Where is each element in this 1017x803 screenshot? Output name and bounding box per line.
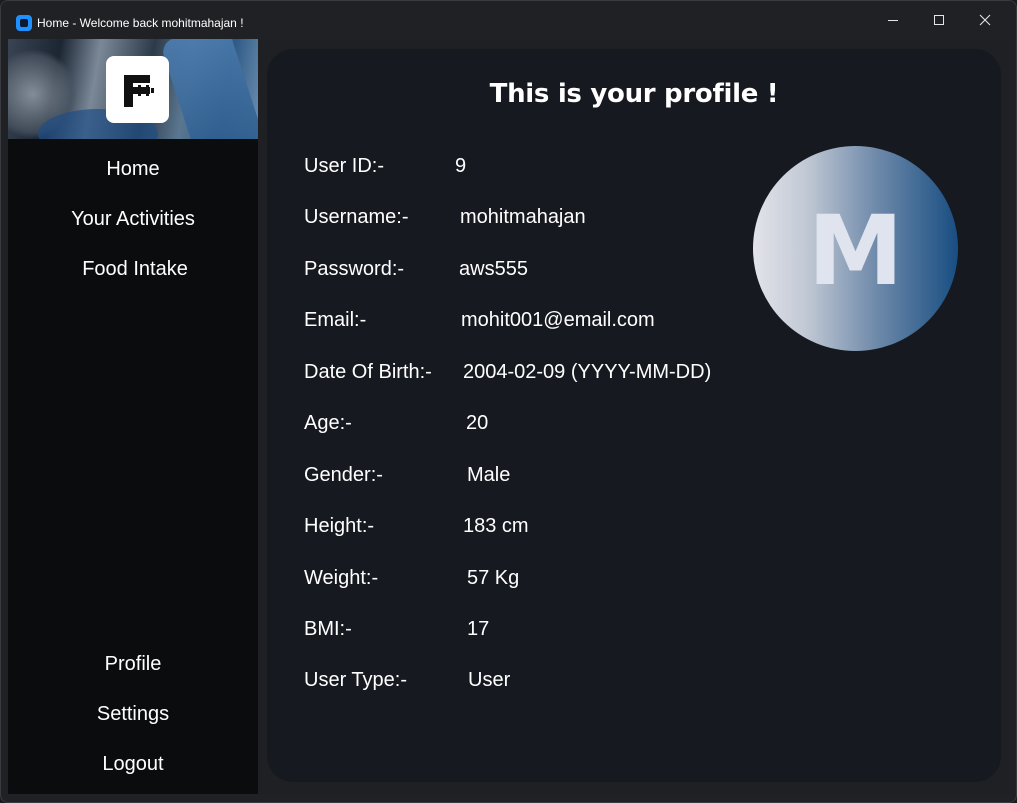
profile-panel: This is your profile ! User ID:- 9 Usern… [267, 49, 1001, 782]
field-label-email: Email:- [304, 309, 367, 331]
field-label-height: Height:- [304, 515, 375, 537]
field-label-age: Age:- [304, 412, 352, 434]
field-value-height: 183 cm [463, 515, 529, 537]
sidebar-banner-image [8, 39, 258, 139]
field-value-gender: Male [467, 464, 511, 486]
field-value-email: mohit001@email.com [461, 309, 655, 331]
sidebar-item-settings[interactable]: Settings [8, 699, 258, 729]
maximize-icon [934, 15, 944, 25]
field-label-date-of-birth: Date Of Birth:- [304, 361, 432, 383]
field-value-username: mohitmahajan [460, 206, 586, 228]
app-window: Home - Welcome back mohitmahajan ! Home … [0, 0, 1017, 803]
title-bar[interactable]: Home - Welcome back mohitmahajan ! [1, 1, 1016, 39]
dumbbell-f-logo-icon [123, 74, 154, 107]
sidebar-item-logout[interactable]: Logout [8, 749, 258, 779]
minimize-button[interactable] [870, 1, 916, 39]
close-button[interactable] [962, 1, 1008, 39]
minimize-icon [888, 20, 898, 21]
maximize-button[interactable] [916, 1, 962, 39]
field-value-weight: 57 Kg [467, 567, 520, 589]
close-icon [979, 14, 991, 26]
sidebar-item-food-intake[interactable]: Food Intake [8, 254, 258, 284]
field-value-date-of-birth: 2004-02-09 (YYYY-MM-DD) [463, 361, 712, 383]
sidebar: Home Your Activities Food Intake Profile… [8, 39, 258, 794]
field-value-bmi: 17 [467, 618, 490, 640]
field-label-password: Password:- [304, 258, 405, 280]
window-title: Home - Welcome back mohitmahajan ! [37, 16, 244, 30]
field-value-age: 20 [466, 412, 489, 434]
field-value-password: aws555 [459, 258, 528, 280]
field-value-user-id: 9 [455, 155, 467, 177]
field-label-gender: Gender:- [304, 464, 383, 486]
sidebar-item-home[interactable]: Home [8, 154, 258, 184]
sidebar-item-profile[interactable]: Profile [8, 649, 258, 679]
field-value-user-type: User [468, 669, 511, 691]
avatar-initial: M [807, 194, 904, 307]
field-label-username: Username:- [304, 206, 409, 228]
sidebar-item-your-activities[interactable]: Your Activities [8, 204, 258, 234]
field-label-bmi: BMI:- [304, 618, 352, 640]
field-label-weight: Weight:- [304, 567, 379, 589]
field-label-user-id: User ID:- [304, 155, 384, 177]
avatar: M [753, 146, 958, 351]
field-label-user-type: User Type:- [304, 669, 407, 691]
app-icon [16, 15, 32, 31]
page-title: This is your profile ! [489, 79, 779, 109]
app-logo [106, 56, 169, 123]
